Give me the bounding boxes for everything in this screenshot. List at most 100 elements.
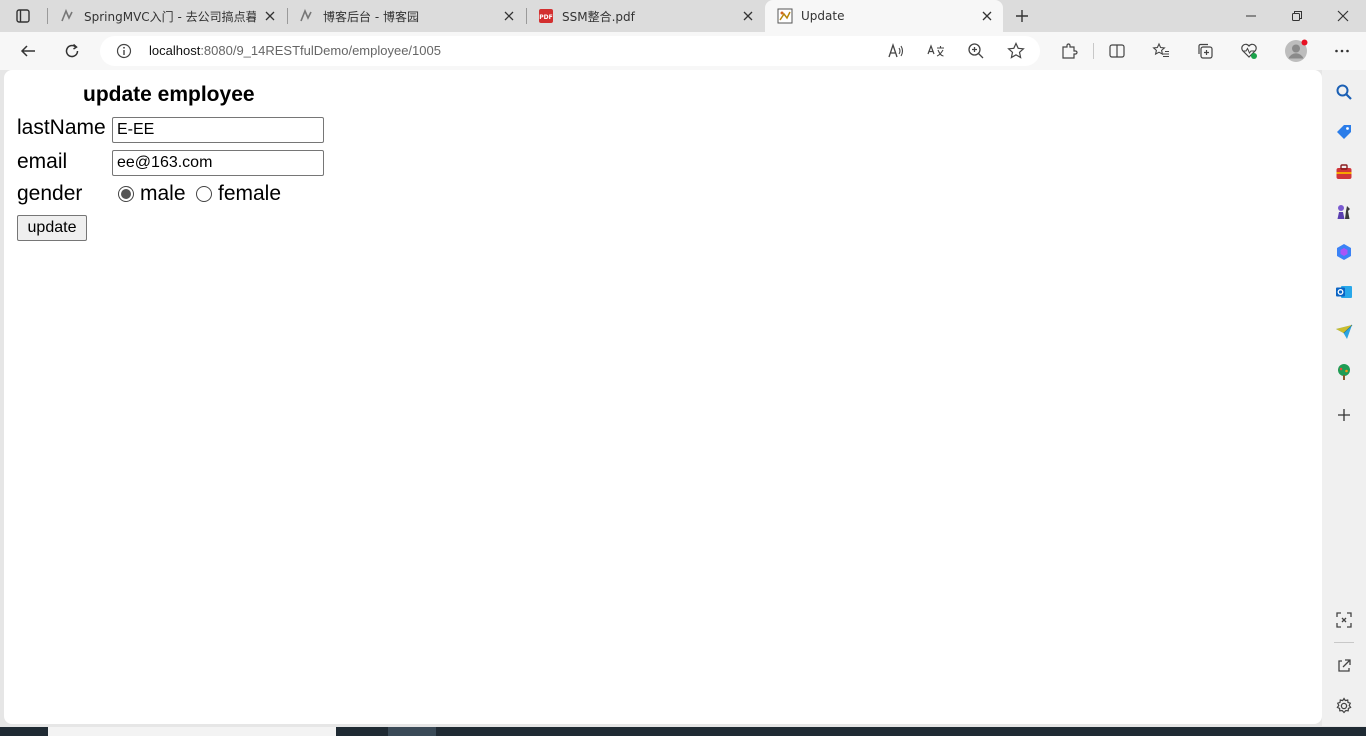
paper-plane-icon (1336, 324, 1353, 339)
sidebar-shopping-button[interactable] (1332, 120, 1356, 144)
profile-button[interactable] (1282, 37, 1310, 65)
close-tab-icon[interactable] (979, 8, 995, 24)
back-arrow-icon (20, 45, 35, 57)
radio-button-female[interactable] (196, 186, 212, 202)
taskbar-search-box[interactable] (48, 727, 336, 736)
pdf-badge-text: PDF (539, 14, 552, 21)
url-host: localhost (149, 43, 201, 58)
url-text[interactable]: localhost:8080/9_14RESTfulDemo/employee/… (149, 43, 441, 58)
cnblogs-favicon-icon (299, 8, 315, 24)
gender-radio-male[interactable]: male (118, 182, 186, 206)
browser-essentials-button[interactable] (1235, 37, 1263, 65)
page-favicon-icon (777, 8, 793, 24)
radio-label-male: male (140, 182, 186, 205)
sidebar-search-button[interactable] (1332, 80, 1356, 104)
collections-icon (1198, 43, 1213, 59)
sidebar-add-button[interactable] (1332, 403, 1356, 427)
email-input[interactable] (112, 150, 324, 176)
restore-icon (1292, 11, 1302, 21)
tab-actions-icon (16, 9, 30, 23)
tab-title: SpringMVC入门 - 去公司搞点暮春 (84, 9, 256, 24)
tab-title: SSM整合.pdf (562, 9, 635, 24)
sidebar-screenshot-button[interactable] (1332, 608, 1356, 632)
close-window-button[interactable] (1320, 0, 1366, 32)
sidebar-tree-button[interactable] (1332, 360, 1356, 384)
external-link-icon (1338, 659, 1351, 672)
zoom-icon[interactable] (966, 41, 986, 61)
tab-springmvc[interactable]: SpringMVC入门 - 去公司搞点暮春 (48, 0, 286, 32)
sidebar-popout-button[interactable] (1332, 654, 1356, 678)
page-viewport: update employee lastName email gender ma… (4, 70, 1322, 724)
tree-icon (1338, 364, 1350, 380)
heart-pulse-icon (1241, 43, 1257, 59)
split-screen-icon (1109, 44, 1125, 58)
more-dots-icon (1335, 49, 1349, 53)
favorite-star-icon[interactable] (1006, 41, 1026, 61)
tab-update[interactable]: Update (765, 0, 1003, 32)
close-tab-icon[interactable] (501, 8, 517, 24)
sidebar-games-button[interactable] (1332, 200, 1356, 224)
update-button[interactable]: update (17, 215, 87, 241)
close-icon (1337, 10, 1349, 22)
favorites-button[interactable] (1147, 37, 1175, 65)
sidebar-drop-button[interactable] (1332, 320, 1356, 344)
url-path: :8080/9_14RESTfulDemo/employee/1005 (200, 43, 441, 58)
radio-label-female: female (218, 182, 282, 205)
refresh-button[interactable] (58, 37, 86, 65)
collections-button[interactable] (1191, 37, 1219, 65)
split-screen-button[interactable] (1103, 37, 1131, 65)
read-aloud-icon[interactable] (886, 41, 906, 61)
page-title: update employee (83, 83, 255, 106)
os-taskbar (0, 727, 1366, 736)
restore-button[interactable] (1274, 0, 1320, 32)
new-tab-button[interactable] (1010, 5, 1034, 27)
plus-icon (1338, 409, 1350, 421)
chess-piece-icon (1337, 205, 1350, 219)
gear-icon (1336, 697, 1352, 714)
tab-actions-button[interactable] (10, 6, 36, 26)
translate-icon[interactable] (926, 41, 946, 61)
lastname-label: lastName (17, 116, 106, 139)
plus-icon (1016, 10, 1028, 22)
tab-blog-admin[interactable]: 博客后台 - 博客园 (287, 0, 525, 32)
search-icon (1336, 84, 1352, 100)
close-tab-icon[interactable] (740, 8, 756, 24)
favorites-list-icon (1152, 42, 1169, 58)
radio-button-male[interactable] (118, 186, 134, 202)
minimize-button[interactable] (1228, 0, 1274, 32)
pdf-file-icon: PDF (538, 8, 554, 24)
email-label: email (17, 150, 68, 173)
tab-title: 博客后台 - 博客园 (323, 9, 419, 24)
extensions-button[interactable] (1055, 37, 1083, 65)
site-info-icon[interactable] (116, 43, 132, 59)
sidebar-m365-button[interactable] (1332, 240, 1356, 264)
refresh-icon (65, 43, 79, 58)
close-tab-icon[interactable] (262, 8, 278, 24)
toolbar-separator (1093, 43, 1094, 59)
office-icon (1337, 244, 1351, 260)
address-bar[interactable]: localhost:8080/9_14RESTfulDemo/employee/… (100, 36, 1040, 66)
radio-selected-dot (121, 189, 131, 199)
avatar-icon (1285, 39, 1308, 62)
shopping-tag-icon (1337, 125, 1351, 139)
tab-strip: SpringMVC入门 - 去公司搞点暮春 博客后台 - 博客园 PDF SSM… (0, 0, 1366, 32)
gender-radio-female[interactable]: female (196, 182, 281, 206)
browser-toolbar: localhost:8080/9_14RESTfulDemo/employee/… (0, 32, 1366, 70)
puzzle-icon (1062, 43, 1078, 59)
screenshot-icon (1336, 612, 1352, 628)
settings-more-button[interactable] (1328, 37, 1356, 65)
cnblogs-favicon-icon (60, 8, 76, 24)
tab-ssm-pdf[interactable]: PDF SSM整合.pdf (526, 0, 764, 32)
sidebar-separator (1334, 642, 1354, 643)
back-button[interactable] (14, 37, 42, 65)
sidebar-settings-button[interactable] (1332, 694, 1356, 718)
minimize-icon (1246, 15, 1256, 17)
gender-label: gender (17, 182, 83, 205)
sidebar-outlook-button[interactable] (1332, 280, 1356, 304)
taskbar-active-app[interactable] (388, 727, 436, 736)
tab-title: Update (801, 9, 845, 23)
edge-sidebar (1322, 70, 1366, 726)
toolbox-icon (1336, 164, 1352, 179)
sidebar-tools-button[interactable] (1332, 160, 1356, 184)
lastname-input[interactable] (112, 117, 324, 143)
